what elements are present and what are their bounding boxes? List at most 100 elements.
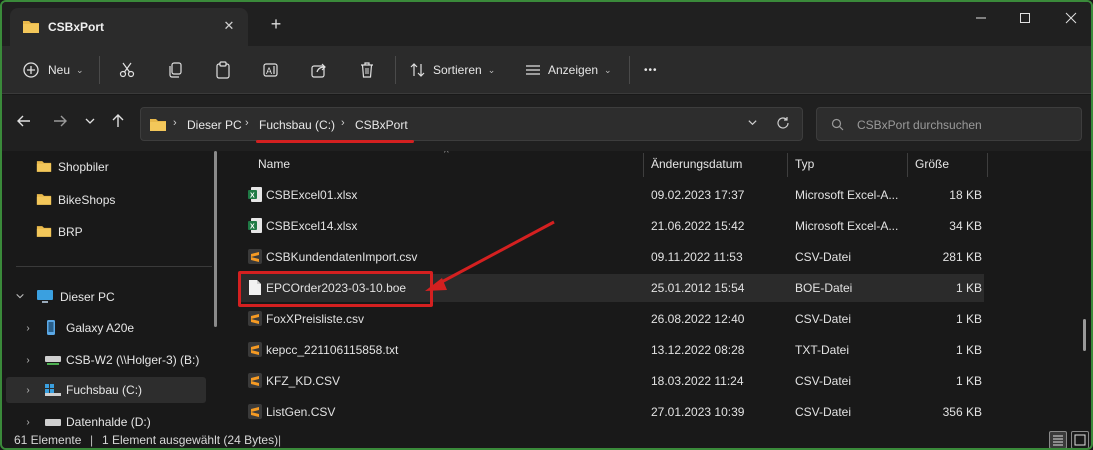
close-window-button[interactable]: [1059, 8, 1083, 28]
chevron-right-icon[interactable]: ›: [22, 355, 34, 366]
file-row[interactable]: kepcc_221106115858.txt 13.12.2022 08:28 TX…: [238, 336, 984, 364]
recent-locations-chevron-icon[interactable]: [80, 113, 100, 133]
folder-icon: [36, 159, 52, 176]
back-arrow-icon[interactable]: [14, 113, 34, 133]
sort-button[interactable]: Sortieren ⌄: [409, 56, 495, 84]
file-type: BOE-Datei: [795, 281, 853, 295]
sidebar-scrollbar[interactable]: [214, 151, 217, 327]
sidebar-item-label: BRP: [58, 225, 83, 239]
new-button[interactable]: Neu ⌄: [22, 56, 84, 84]
computer-icon: [36, 289, 54, 307]
more-options-button[interactable]: •••: [644, 56, 658, 84]
file-size: 1 KB: [955, 281, 982, 295]
sidebar-item-label: Shopbiler: [58, 160, 109, 174]
chevron-down-icon[interactable]: [14, 291, 26, 304]
file-row[interactable]: FoxXPreisliste.csv 26.08.2022 12:40 CSV-Da…: [238, 305, 984, 333]
file-row[interactable]: KFZ_KD.CSV 18.03.2022 11:24 CSV-Datei 1 KB: [238, 367, 984, 395]
up-arrow-icon[interactable]: [108, 113, 128, 133]
sidebar-item-drive-c[interactable]: › Fuchsbau (C:): [6, 377, 206, 403]
sidebar-item-label: CSB-W2 (\\Holger-3) (B:): [66, 353, 200, 367]
column-header-date[interactable]: Änderungsdatum: [651, 157, 742, 171]
chevron-down-icon: ⌄: [76, 64, 84, 75]
text-file-icon: [247, 310, 263, 330]
chevron-right-icon[interactable]: ›: [22, 323, 34, 334]
sidebar-item-shopbiler[interactable]: Shopbiler: [2, 154, 212, 180]
address-bar[interactable]: › Dieser PC › Fuchsbau (C:) › CSBxPort: [140, 107, 803, 141]
column-header-type[interactable]: Typ: [795, 157, 814, 171]
file-name: FoxXPreisliste.csv: [266, 312, 365, 326]
file-name: CSBExcel01.xlsx: [266, 188, 358, 202]
file-name: kepcc_221106115858.txt: [266, 343, 399, 357]
column-header-name[interactable]: Name: [258, 157, 290, 171]
sidebar-item-this-pc[interactable]: Dieser PC: [2, 284, 212, 310]
chevron-right-icon[interactable]: ›: [22, 417, 34, 428]
search-input[interactable]: CSBxPort durchsuchen: [816, 107, 1082, 141]
column-divider[interactable]: [787, 153, 788, 177]
details-view-button[interactable]: [1049, 431, 1067, 448]
file-size: 1 KB: [955, 343, 982, 357]
file-size: 281 KB: [942, 250, 982, 264]
trash-icon: [361, 62, 373, 78]
text-file-icon: [247, 403, 263, 423]
file-type: Microsoft Excel-A...: [795, 219, 899, 233]
cut-button[interactable]: [118, 56, 136, 84]
navigation-pane: Shopbiler BikeShops BRP Dieser PC › Gala…: [2, 151, 222, 429]
rename-button[interactable]: A: [262, 56, 280, 84]
file-type: CSV-Datei: [795, 250, 852, 264]
file-date: 09.11.2022 11:53: [651, 250, 743, 264]
tab-csbxport[interactable]: CSBxPort ✕: [10, 8, 248, 46]
sidebar-item-bikeshops[interactable]: BikeShops: [2, 187, 212, 213]
new-tab-button[interactable]: +: [266, 14, 286, 34]
sort-label: Sortieren: [433, 63, 482, 77]
chevron-right-icon[interactable]: ›: [22, 385, 34, 396]
sidebar-item-drive-d[interactable]: › Datenhalde (D:): [2, 409, 212, 429]
column-header-size[interactable]: Größe: [915, 157, 949, 171]
file-row[interactable]: X CSBExcel14.xlsx 21.06.2022 15:42 Microsof…: [238, 212, 984, 240]
sidebar-item-galaxy[interactable]: › Galaxy A20e: [2, 315, 212, 341]
file-date: 25.01.2012 15:54: [651, 281, 745, 295]
text-file-icon: [247, 372, 263, 392]
sidebar-divider: [16, 266, 212, 267]
breadcrumb-drive-c[interactable]: Fuchsbau (C:): [259, 118, 335, 132]
sidebar-item-label: Galaxy A20e: [66, 321, 135, 335]
file-row[interactable]: X CSBExcel01.xlsx 09.02.2023 17:37 Microsof…: [238, 181, 984, 209]
svg-text:X: X: [250, 193, 255, 200]
breadcrumb-this-pc[interactable]: Dieser PC: [187, 118, 242, 132]
close-tab-icon[interactable]: ✕: [222, 19, 236, 33]
forward-arrow-icon[interactable]: [50, 113, 70, 133]
refresh-icon[interactable]: [776, 116, 790, 134]
folder-icon: [36, 192, 52, 209]
share-button[interactable]: [310, 56, 328, 84]
rename-icon: A: [263, 63, 278, 77]
chevron-down-icon[interactable]: [747, 117, 758, 131]
file-date: 18.03.2022 11:24: [651, 374, 744, 388]
column-divider[interactable]: [987, 153, 988, 177]
command-bar: Neu ⌄ A Sortieren ⌄ Anzeigen ⌄ •••: [2, 46, 1091, 94]
maximize-button[interactable]: [1013, 8, 1037, 28]
text-file-icon: [247, 248, 263, 268]
breadcrumb-csbxport[interactable]: CSBxPort: [355, 118, 408, 132]
view-button[interactable]: Anzeigen ⌄: [524, 56, 612, 84]
paste-button[interactable]: [214, 56, 232, 84]
column-divider[interactable]: [907, 153, 908, 177]
file-row[interactable]: ListGen.CSV 27.01.2023 10:39 CSV-Datei 356 …: [238, 398, 984, 426]
column-divider[interactable]: [643, 153, 644, 177]
delete-button[interactable]: [358, 56, 376, 84]
sidebar-item-label: Datenhalde (D:): [66, 415, 151, 429]
selection-info: 1 Element ausgewählt (24 Bytes): [102, 433, 279, 447]
folder-icon: [22, 19, 40, 37]
copy-button[interactable]: [166, 56, 184, 84]
minimize-button[interactable]: [969, 8, 993, 28]
view-label: Anzeigen: [548, 63, 599, 77]
file-list-scrollbar[interactable]: [1083, 319, 1086, 351]
sidebar-item-label: BikeShops: [58, 193, 116, 207]
tiles-view-button[interactable]: [1071, 431, 1089, 448]
sidebar-item-network-drive-b[interactable]: › CSB-W2 (\\Holger-3) (B:): [2, 347, 212, 373]
file-type: Microsoft Excel-A...: [795, 188, 899, 202]
file-row[interactable]: CSBKundendatenImport.csv 09.11.2022 11:53…: [238, 243, 984, 271]
clipboard-icon: [216, 61, 230, 79]
status-divider: |: [90, 433, 94, 447]
chevron-right-icon: ›: [245, 117, 249, 129]
text-file-icon: [247, 341, 263, 361]
sidebar-item-brp[interactable]: BRP: [2, 219, 212, 245]
